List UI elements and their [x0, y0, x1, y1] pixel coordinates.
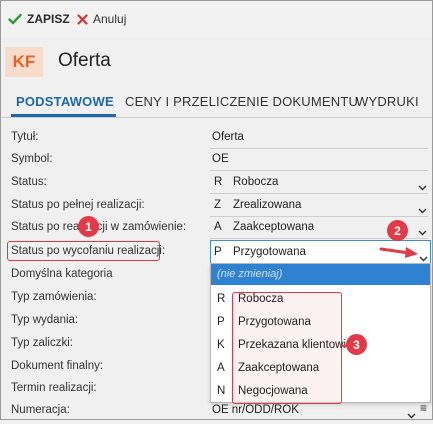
- document-type-badge: KF: [5, 47, 43, 77]
- form-row-status: Status: R Robocza: [1, 172, 432, 194]
- toolbar: ZAPISZ Anuluj: [1, 1, 432, 37]
- option-text: Zaakceptowana: [238, 362, 320, 374]
- numbering-select[interactable]: OE nr/ODD/ROK: [212, 404, 299, 416]
- status-withdraw-label: Status po wycofaniu realizacji:: [11, 245, 166, 257]
- active-tab-indicator: [11, 114, 116, 117]
- option-code: K: [217, 339, 225, 351]
- option-code: P: [217, 316, 225, 328]
- status-withdraw-text: Przygotowana: [233, 246, 306, 258]
- save-button[interactable]: ZAPISZ: [8, 11, 70, 27]
- form-row-status-full: Status po pełnej realizacji: Z Zrealizow…: [1, 195, 432, 217]
- dropdown-option[interactable]: P Przygotowana: [211, 312, 430, 334]
- dropdown-option[interactable]: R Robocza: [211, 289, 430, 311]
- cancel-button[interactable]: Anuluj: [77, 11, 126, 27]
- status-full-code: Z: [214, 199, 222, 211]
- status-text: Robocza: [233, 176, 279, 188]
- final-document-label: Dokument finalny:: [11, 360, 104, 372]
- step-1-marker: 1: [78, 216, 99, 237]
- option-code: N: [217, 385, 226, 397]
- dropdown-option[interactable]: K Przekazana klientowi: [211, 335, 430, 357]
- numbering-label: Numeracja:: [11, 404, 70, 416]
- check-icon: [8, 13, 22, 25]
- dropdown-option[interactable]: A Zaakceptowana: [211, 358, 430, 380]
- page-title: Oferta: [58, 50, 111, 71]
- close-icon: [77, 13, 88, 25]
- tab-bar: PODSTAWOWE CENY I PRZELICZENIE DOKUMENTU…: [1, 87, 432, 118]
- window: ZAPISZ Anuluj KF Oferta PODSTAWOWE CENY …: [0, 0, 433, 420]
- symbol-label: Symbol:: [11, 153, 53, 165]
- default-category-label: Domyślna kategoria: [11, 268, 113, 280]
- step-3-marker: 3: [346, 334, 367, 355]
- form-row-symbol: Symbol: OE: [1, 149, 432, 171]
- option-text: Przekazana klientowi: [238, 339, 347, 351]
- title-label: Tytuł:: [11, 131, 39, 143]
- dropdown-placeholder-text: (nie zmieniaj): [217, 268, 283, 280]
- option-text: Negocjowana: [238, 385, 308, 397]
- status-partial-code: A: [214, 221, 222, 233]
- option-text: Przygotowana: [238, 316, 311, 328]
- option-text: Robocza: [238, 293, 284, 305]
- form-row-numbering: Numeracja: OE nr/ODD/ROK ≡: [1, 400, 432, 422]
- status-dropdown-list: (nie zmieniaj) R Robocza P Przygotowana …: [210, 263, 431, 404]
- status-code: R: [214, 176, 223, 188]
- form-row-title: Tytuł: Oferta: [1, 127, 432, 149]
- status-full-text: Zrealizowana: [233, 199, 302, 211]
- order-type-label: Typ zamówienia:: [11, 291, 97, 303]
- menu-icon[interactable]: ≡: [420, 401, 427, 415]
- option-code: A: [217, 362, 225, 374]
- status-withdraw-code: P: [214, 246, 222, 258]
- field-underline: [210, 170, 428, 171]
- symbol-input[interactable]: OE: [212, 153, 229, 165]
- dropdown-option-none[interactable]: (nie zmieniaj): [211, 264, 430, 285]
- cancel-label: Anuluj: [93, 12, 127, 26]
- document-header: KF Oferta: [1, 41, 432, 81]
- arrow-icon: [379, 247, 418, 258]
- step-2-marker: 2: [387, 220, 408, 241]
- save-label: ZAPISZ: [27, 12, 70, 26]
- dropdown-option[interactable]: N Negocjowana: [211, 381, 430, 403]
- tab-prices[interactable]: CENY I PRZELICZENIE DOKUMENTU: [125, 94, 358, 109]
- advance-type-label: Typ zaliczki:: [11, 337, 73, 349]
- deadline-label: Termin realizacji:: [11, 382, 97, 394]
- title-input[interactable]: Oferta: [212, 131, 244, 143]
- option-code: R: [217, 293, 226, 305]
- status-partial-text: Zaakceptowana: [233, 221, 315, 233]
- status-label: Status:: [11, 176, 47, 188]
- issue-type-label: Typ wydania:: [11, 314, 79, 326]
- form-row-status-partial: Status po realizacji w zamówienie: A Zaa…: [1, 217, 432, 239]
- tab-basic[interactable]: PODSTAWOWE: [16, 94, 114, 109]
- status-full-label: Status po pełnej realizacji:: [11, 199, 145, 211]
- chevron-down-icon[interactable]: [407, 406, 416, 424]
- tab-prints[interactable]: WYDRUKI: [356, 94, 419, 109]
- form-row-status-withdraw: Status po wycofaniu realizacji: P Przygo…: [1, 240, 432, 264]
- field-underline: [210, 193, 428, 194]
